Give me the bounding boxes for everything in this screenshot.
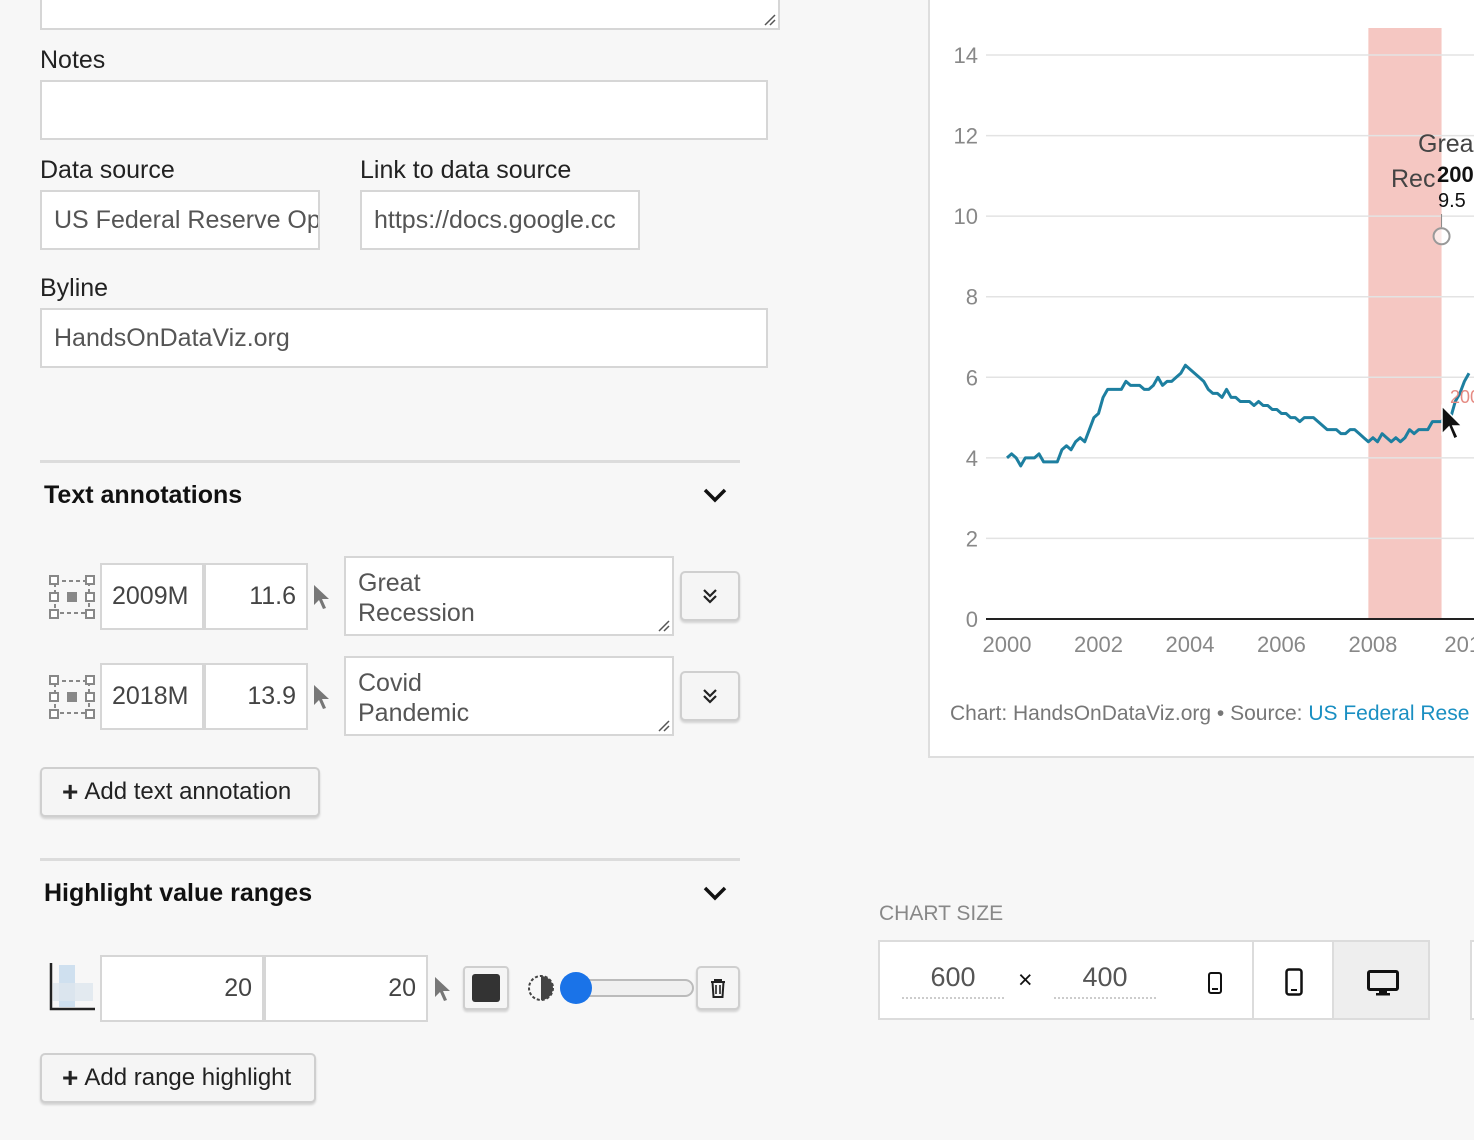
data-source-link[interactable]: US Federal Rese — [1308, 702, 1469, 725]
y-tick-label: 8 — [966, 285, 978, 310]
range-from-input[interactable]: 20 — [100, 955, 264, 1022]
y-tick-label: 14 — [954, 43, 978, 68]
range-color-picker[interactable] — [463, 966, 509, 1010]
trash-icon — [711, 979, 725, 998]
annotation-text-input[interactable]: Covid Pandemic — [344, 656, 674, 736]
x-tick-label: 2008 — [1348, 632, 1397, 657]
y-tick-label: 6 — [966, 365, 978, 390]
y-tick-label: 10 — [954, 204, 978, 229]
annotation-text-line: Pandemic — [358, 699, 470, 727]
chart-credit-text: Chart: HandsOnDataViz.org • Source: — [950, 702, 1309, 725]
data-source-field[interactable]: US Federal Reserve Op — [40, 190, 320, 250]
small-phone-icon[interactable] — [1208, 972, 1222, 994]
opacity-icon — [528, 975, 554, 1001]
annotation-text: Rec — [1391, 165, 1435, 193]
highlight-band — [1368, 28, 1442, 619]
highlight-ranges-title[interactable]: Highlight value ranges — [44, 879, 312, 908]
link-to-data-source-field[interactable]: https://docs.google.cc — [360, 190, 640, 250]
drag-handle-icon[interactable] — [49, 675, 95, 719]
x-tick-label: 2000 — [983, 632, 1032, 657]
annotation-text-line: Great — [358, 569, 421, 597]
mobile-size-button[interactable] — [1252, 940, 1334, 1020]
pointer-icon[interactable] — [312, 683, 332, 711]
annotation-options-button[interactable] — [680, 571, 740, 621]
range-axis-icon — [49, 963, 95, 1011]
top-textarea[interactable] — [40, 0, 780, 30]
phone-icon — [1285, 968, 1303, 996]
extra-size-button[interactable] — [1470, 940, 1474, 1020]
data-source-label: Data source — [40, 156, 175, 184]
color-swatch — [472, 974, 500, 1002]
plus-icon: + — [62, 1062, 79, 1093]
byline-label: Byline — [40, 274, 109, 302]
resize-grip-icon[interactable] — [656, 718, 670, 732]
byline-field[interactable]: HandsOnDataViz.org — [40, 308, 768, 368]
tooltip-year: 200 — [1437, 162, 1474, 187]
y-tick-label: 0 — [966, 607, 978, 632]
section-divider — [40, 460, 740, 463]
chart-size-title: CHART SIZE — [879, 902, 1004, 925]
line-chart: 0 2 4 6 8 10 12 14 2000 2002 2004 2006 2008 201 Grea Re… — [954, 28, 1474, 657]
annotation-marker — [1432, 227, 1451, 246]
chart-preview: 0 2 4 6 8 10 12 14 2000 2002 2004 2006 2008 201 Grea Re… — [928, 0, 1474, 758]
chevron-down-icon[interactable] — [700, 878, 730, 908]
chevron-down-icon[interactable] — [700, 480, 730, 510]
section-divider — [40, 858, 740, 861]
text-annotations-title[interactable]: Text annotations — [44, 481, 242, 510]
annotation-text: Grea — [1418, 130, 1474, 158]
add-range-highlight-label: Add range highlight — [84, 1064, 292, 1091]
y-tick-label: 4 — [966, 446, 978, 471]
chart-credit: Chart: HandsOnDataViz.org • Source: US F… — [950, 702, 1469, 726]
y-tick-label: 2 — [966, 526, 978, 551]
drag-handle-icon[interactable] — [49, 575, 95, 619]
link-to-data-source-label: Link to data source — [360, 156, 572, 184]
annotation-y-input[interactable]: 11.6 — [204, 563, 308, 630]
pointer-icon[interactable] — [312, 583, 332, 611]
add-range-highlight-button[interactable]: + Add range highlight — [40, 1053, 316, 1103]
resize-grip-icon[interactable] — [762, 12, 776, 26]
chart-height-input[interactable]: 400 — [1054, 962, 1156, 999]
x-tick-label: 2004 — [1165, 632, 1214, 657]
annotation-y-input[interactable]: 13.9 — [204, 663, 308, 730]
times-sign: × — [1018, 966, 1033, 994]
desktop-monitor-icon — [1367, 970, 1399, 996]
double-chevron-down-icon — [703, 689, 717, 704]
chart-size-dimensions: 600 × 400 — [878, 940, 1254, 1020]
slider-thumb[interactable] — [560, 972, 592, 1004]
x-tick-label: 2006 — [1257, 632, 1306, 657]
mouse-cursor-icon — [1441, 404, 1464, 441]
annotation-text-line: Covid — [358, 669, 422, 697]
annotation-x-input[interactable]: 2009M — [100, 563, 204, 630]
notes-label: Notes — [40, 46, 106, 74]
add-text-annotation-button[interactable]: + Add text annotation — [40, 767, 320, 817]
annotation-x-input[interactable]: 2018M — [100, 663, 204, 730]
opacity-slider[interactable] — [560, 972, 694, 1004]
add-text-annotation-label: Add text annotation — [84, 778, 292, 805]
desktop-size-button[interactable] — [1332, 940, 1430, 1020]
double-chevron-down-icon — [703, 589, 717, 604]
y-tick-label: 12 — [954, 124, 978, 149]
annotation-options-button[interactable] — [680, 671, 740, 721]
tooltip-value: 9.5 — [1438, 190, 1466, 212]
x-tick-label: 2002 — [1074, 632, 1123, 657]
chart-width-input[interactable]: 600 — [902, 962, 1004, 999]
notes-field[interactable] — [40, 80, 768, 140]
pointer-icon[interactable] — [433, 975, 453, 1003]
plus-icon: + — [62, 776, 79, 807]
delete-range-button[interactable] — [696, 966, 740, 1010]
range-to-input[interactable]: 20 — [264, 955, 428, 1022]
resize-grip-icon[interactable] — [656, 618, 670, 632]
x-tick-label: 201 — [1444, 632, 1474, 657]
annotation-text-input[interactable]: Great Recession — [344, 556, 674, 636]
annotation-text-line: Recession — [358, 599, 475, 627]
